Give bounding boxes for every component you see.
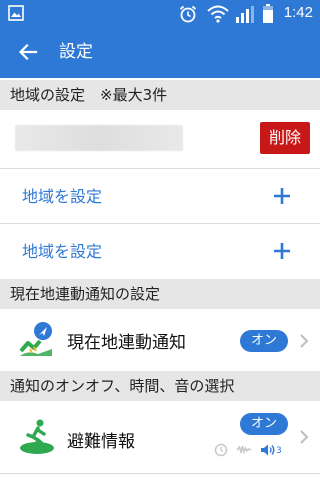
signal-icon	[236, 6, 254, 23]
notification-section-header-text: 通知のオンオフ、時間、音の選択	[10, 377, 235, 395]
region-settings-header-text: 地域の設定 ※最大3件	[10, 86, 168, 104]
region-item: 削除	[0, 110, 320, 168]
battery-icon	[263, 4, 273, 23]
set-region-label: 地域を設定	[22, 187, 103, 206]
clock-icon	[214, 443, 228, 457]
evacuation-info-label: 避難情報	[67, 432, 135, 452]
app-bar: 設定	[0, 28, 320, 78]
divider	[0, 473, 320, 474]
chevron-right-icon	[300, 430, 309, 444]
set-region-row-1[interactable]: 地域を設定	[0, 168, 320, 224]
alarm-icon	[179, 5, 197, 23]
status-time: 1:42	[283, 4, 313, 21]
evacuation-info-row[interactable]: 避難情報 オン 3	[0, 401, 320, 473]
image-icon	[8, 5, 24, 21]
arrow-left-icon	[18, 43, 38, 61]
plus-icon[interactable]	[272, 241, 292, 261]
set-region-label: 地域を設定	[22, 242, 103, 261]
location-notification-label: 現在地連動通知	[67, 333, 186, 353]
page-title: 設定	[59, 42, 93, 62]
location-section-header-text: 現在地連動通知の設定	[10, 285, 161, 303]
chevron-right-icon	[300, 334, 309, 348]
location-status-badge: オン	[240, 330, 288, 352]
region-settings-header: 地域の設定 ※最大3件	[0, 80, 320, 110]
plus-icon[interactable]	[272, 186, 292, 206]
status-bar: 1:42	[0, 0, 320, 28]
delete-button[interactable]: 削除	[260, 122, 310, 154]
vibration-icon	[236, 445, 252, 455]
set-region-row-2[interactable]: 地域を設定	[0, 223, 320, 279]
volume-icon	[261, 444, 275, 456]
location-notification-icon	[19, 322, 52, 356]
wifi-icon	[207, 5, 229, 23]
location-section-header: 現在地連動通知の設定	[0, 279, 320, 309]
location-notification-row[interactable]: 現在地連動通知 オン	[0, 309, 320, 371]
region-name-redacted	[15, 125, 183, 151]
back-button[interactable]	[16, 40, 40, 64]
volume-level: 3	[276, 446, 282, 456]
notification-section-header: 通知のオンオフ、時間、音の選択	[0, 371, 320, 401]
evacuation-icon	[20, 419, 54, 454]
evacuation-status-badge: オン	[240, 413, 288, 435]
